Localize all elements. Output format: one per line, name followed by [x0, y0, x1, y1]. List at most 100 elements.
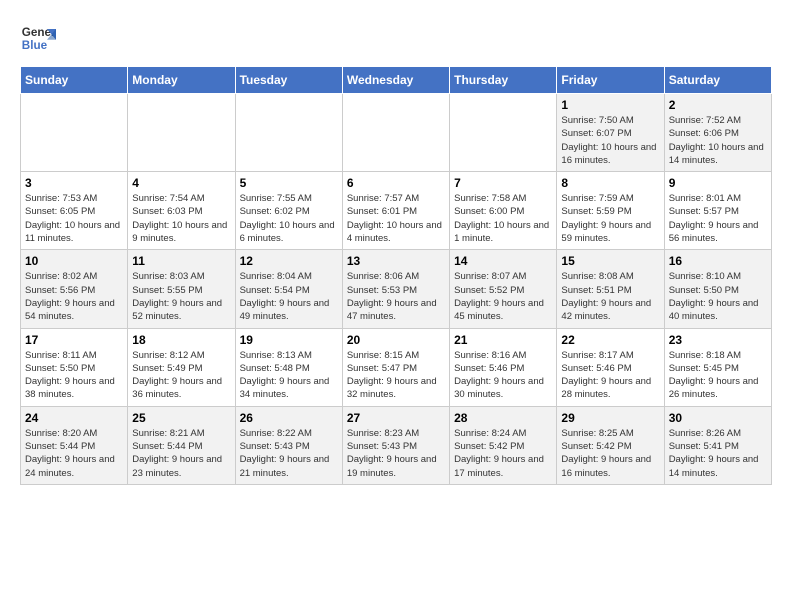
- calendar-cell: [21, 94, 128, 172]
- day-number: 8: [561, 176, 659, 190]
- calendar-cell: [342, 94, 449, 172]
- day-number: 27: [347, 411, 445, 425]
- weekday-header: Friday: [557, 67, 664, 94]
- calendar-cell: 6 Sunrise: 7:57 AM Sunset: 6:01 PM Daylig…: [342, 172, 449, 250]
- calendar-cell: 13Sunrise: 8:06 AM Sunset: 5:53 PM Dayli…: [342, 250, 449, 328]
- day-number: 19: [240, 333, 338, 347]
- day-number: 3: [25, 176, 123, 190]
- day-number: 22: [561, 333, 659, 347]
- weekday-header: Sunday: [21, 67, 128, 94]
- day-number: 4: [132, 176, 230, 190]
- day-info: Sunrise: 8:01 AM Sunset: 5:57 PM Dayligh…: [669, 192, 767, 245]
- day-info: Sunrise: 8:08 AM Sunset: 5:51 PM Dayligh…: [561, 270, 659, 323]
- calendar-cell: 10Sunrise: 8:02 AM Sunset: 5:56 PM Dayli…: [21, 250, 128, 328]
- calendar-cell: 5Sunrise: 7:55 AM Sunset: 6:02 PM Daylig…: [235, 172, 342, 250]
- calendar-cell: 30 Sunrise: 8:26 AM Sunset: 5:41 PM Dayli…: [664, 406, 771, 484]
- calendar-week-row: 3 Sunrise: 7:53 AM Sunset: 6:05 PM Daylig…: [21, 172, 772, 250]
- day-number: 11: [132, 254, 230, 268]
- day-info: Sunrise: 7:58 AM Sunset: 6:00 PM Dayligh…: [454, 192, 552, 245]
- calendar-cell: 3 Sunrise: 7:53 AM Sunset: 6:05 PM Daylig…: [21, 172, 128, 250]
- logo-icon: General Blue: [20, 20, 56, 56]
- calendar-week-row: 17 Sunrise: 8:11 AM Sunset: 5:50 PM Dayli…: [21, 328, 772, 406]
- day-info: Sunrise: 8:21 AM Sunset: 5:44 PM Dayligh…: [132, 427, 230, 480]
- day-info: Sunrise: 7:55 AM Sunset: 6:02 PM Dayligh…: [240, 192, 338, 245]
- calendar-cell: 8 Sunrise: 7:59 AM Sunset: 5:59 PM Daylig…: [557, 172, 664, 250]
- day-info: Sunrise: 8:02 AM Sunset: 5:56 PM Dayligh…: [25, 270, 123, 323]
- day-number: 17: [25, 333, 123, 347]
- svg-text:Blue: Blue: [22, 39, 48, 52]
- calendar-cell: 22 Sunrise: 8:17 AM Sunset: 5:46 PM Dayli…: [557, 328, 664, 406]
- calendar-cell: 29 Sunrise: 8:25 AM Sunset: 5:42 PM Dayli…: [557, 406, 664, 484]
- calendar-cell: [128, 94, 235, 172]
- weekday-header: Tuesday: [235, 67, 342, 94]
- weekday-header: Saturday: [664, 67, 771, 94]
- day-info: Sunrise: 7:54 AM Sunset: 6:03 PM Dayligh…: [132, 192, 230, 245]
- day-info: Sunrise: 8:07 AM Sunset: 5:52 PM Dayligh…: [454, 270, 552, 323]
- day-number: 2: [669, 98, 767, 112]
- calendar-table: SundayMondayTuesdayWednesdayThursdayFrid…: [20, 66, 772, 485]
- day-number: 14: [454, 254, 552, 268]
- day-number: 6: [347, 176, 445, 190]
- day-info: Sunrise: 7:53 AM Sunset: 6:05 PM Dayligh…: [25, 192, 123, 245]
- calendar-cell: [235, 94, 342, 172]
- day-number: 21: [454, 333, 552, 347]
- calendar-cell: 23Sunrise: 8:18 AM Sunset: 5:45 PM Dayli…: [664, 328, 771, 406]
- calendar-cell: 15 Sunrise: 8:08 AM Sunset: 5:51 PM Dayli…: [557, 250, 664, 328]
- calendar-cell: 2Sunrise: 7:52 AM Sunset: 6:06 PM Daylig…: [664, 94, 771, 172]
- day-info: Sunrise: 8:20 AM Sunset: 5:44 PM Dayligh…: [25, 427, 123, 480]
- day-number: 30: [669, 411, 767, 425]
- calendar-cell: 1Sunrise: 7:50 AM Sunset: 6:07 PM Daylig…: [557, 94, 664, 172]
- calendar-week-row: 24 Sunrise: 8:20 AM Sunset: 5:44 PM Dayli…: [21, 406, 772, 484]
- day-number: 23: [669, 333, 767, 347]
- day-number: 20: [347, 333, 445, 347]
- calendar-cell: 16 Sunrise: 8:10 AM Sunset: 5:50 PM Dayli…: [664, 250, 771, 328]
- day-info: Sunrise: 8:10 AM Sunset: 5:50 PM Dayligh…: [669, 270, 767, 323]
- calendar-cell: 19 Sunrise: 8:13 AM Sunset: 5:48 PM Dayli…: [235, 328, 342, 406]
- day-number: 15: [561, 254, 659, 268]
- calendar-cell: 7 Sunrise: 7:58 AM Sunset: 6:00 PM Daylig…: [450, 172, 557, 250]
- calendar-cell: 17 Sunrise: 8:11 AM Sunset: 5:50 PM Dayli…: [21, 328, 128, 406]
- calendar-cell: 12 Sunrise: 8:04 AM Sunset: 5:54 PM Dayli…: [235, 250, 342, 328]
- day-info: Sunrise: 8:03 AM Sunset: 5:55 PM Dayligh…: [132, 270, 230, 323]
- day-info: Sunrise: 8:17 AM Sunset: 5:46 PM Dayligh…: [561, 349, 659, 402]
- day-info: Sunrise: 8:24 AM Sunset: 5:42 PM Dayligh…: [454, 427, 552, 480]
- day-info: Sunrise: 8:04 AM Sunset: 5:54 PM Dayligh…: [240, 270, 338, 323]
- day-info: Sunrise: 7:57 AM Sunset: 6:01 PM Dayligh…: [347, 192, 445, 245]
- calendar-cell: 26Sunrise: 8:22 AM Sunset: 5:43 PM Dayli…: [235, 406, 342, 484]
- day-number: 16: [669, 254, 767, 268]
- calendar-cell: 9Sunrise: 8:01 AM Sunset: 5:57 PM Daylig…: [664, 172, 771, 250]
- calendar-cell: 27 Sunrise: 8:23 AM Sunset: 5:43 PM Dayli…: [342, 406, 449, 484]
- day-info: Sunrise: 8:16 AM Sunset: 5:46 PM Dayligh…: [454, 349, 552, 402]
- day-info: Sunrise: 8:23 AM Sunset: 5:43 PM Dayligh…: [347, 427, 445, 480]
- calendar-cell: 24 Sunrise: 8:20 AM Sunset: 5:44 PM Dayli…: [21, 406, 128, 484]
- day-number: 28: [454, 411, 552, 425]
- calendar-cell: [450, 94, 557, 172]
- day-info: Sunrise: 8:13 AM Sunset: 5:48 PM Dayligh…: [240, 349, 338, 402]
- calendar-week-row: 10Sunrise: 8:02 AM Sunset: 5:56 PM Dayli…: [21, 250, 772, 328]
- calendar-cell: 4 Sunrise: 7:54 AM Sunset: 6:03 PM Daylig…: [128, 172, 235, 250]
- day-info: Sunrise: 7:59 AM Sunset: 5:59 PM Dayligh…: [561, 192, 659, 245]
- day-number: 7: [454, 176, 552, 190]
- day-number: 12: [240, 254, 338, 268]
- calendar-cell: 20 Sunrise: 8:15 AM Sunset: 5:47 PM Dayli…: [342, 328, 449, 406]
- day-number: 25: [132, 411, 230, 425]
- calendar-cell: 25 Sunrise: 8:21 AM Sunset: 5:44 PM Dayli…: [128, 406, 235, 484]
- day-number: 29: [561, 411, 659, 425]
- day-info: Sunrise: 8:12 AM Sunset: 5:49 PM Dayligh…: [132, 349, 230, 402]
- calendar-week-row: 1Sunrise: 7:50 AM Sunset: 6:07 PM Daylig…: [21, 94, 772, 172]
- day-info: Sunrise: 8:25 AM Sunset: 5:42 PM Dayligh…: [561, 427, 659, 480]
- page-header: General Blue: [20, 20, 772, 56]
- weekday-header: Wednesday: [342, 67, 449, 94]
- calendar-cell: 14 Sunrise: 8:07 AM Sunset: 5:52 PM Dayli…: [450, 250, 557, 328]
- logo: General Blue: [20, 20, 56, 56]
- calendar-cell: 11 Sunrise: 8:03 AM Sunset: 5:55 PM Dayli…: [128, 250, 235, 328]
- day-info: Sunrise: 8:15 AM Sunset: 5:47 PM Dayligh…: [347, 349, 445, 402]
- calendar-cell: 18 Sunrise: 8:12 AM Sunset: 5:49 PM Dayli…: [128, 328, 235, 406]
- weekday-header: Monday: [128, 67, 235, 94]
- day-info: Sunrise: 8:26 AM Sunset: 5:41 PM Dayligh…: [669, 427, 767, 480]
- weekday-header-row: SundayMondayTuesdayWednesdayThursdayFrid…: [21, 67, 772, 94]
- day-info: Sunrise: 8:11 AM Sunset: 5:50 PM Dayligh…: [25, 349, 123, 402]
- day-number: 26: [240, 411, 338, 425]
- day-number: 18: [132, 333, 230, 347]
- day-number: 24: [25, 411, 123, 425]
